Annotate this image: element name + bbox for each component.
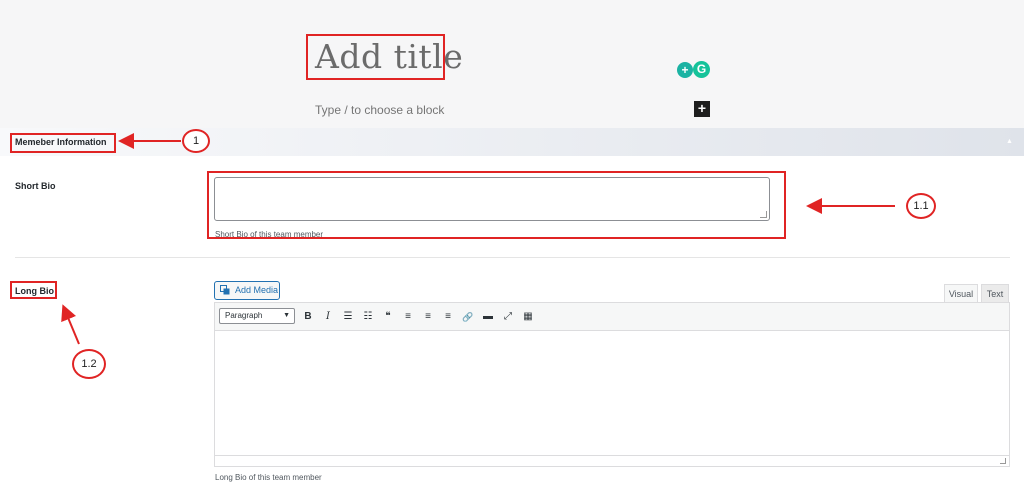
align-left-button[interactable]: ≡: [401, 310, 415, 324]
format-select-value: Paragraph: [225, 311, 263, 320]
lightbulb-icon[interactable]: +: [677, 62, 693, 78]
editor-statusbar: [215, 455, 1009, 466]
bullet-list-button[interactable]: ☰: [341, 310, 355, 324]
format-select[interactable]: Paragraph ▼: [219, 308, 295, 324]
add-media-button[interactable]: Add Media: [214, 281, 280, 300]
annotation-highlight-short-bio: [207, 171, 786, 239]
metabox-header[interactable]: [0, 128, 1024, 156]
annotation-marker-1: 1: [182, 129, 210, 153]
editor-toolbar: Paragraph ▼ B I ☰ ☷ ❝ ≡ ≡ ≡ 🔗 ▬ ⤢ ▦: [215, 303, 1009, 331]
align-right-button[interactable]: ≡: [441, 310, 455, 324]
italic-button[interactable]: I: [321, 310, 335, 324]
extension-icons: + G: [675, 60, 711, 80]
editor-title-area: [0, 0, 1024, 128]
read-more-button[interactable]: ▬: [481, 310, 495, 324]
field-divider: [15, 257, 1010, 258]
add-media-label: Add Media: [235, 285, 279, 295]
annotation-highlight-long-bio: [10, 281, 57, 299]
block-appender-hint[interactable]: Type / to choose a block: [315, 103, 444, 117]
numbered-list-button[interactable]: ☷: [361, 310, 375, 324]
tab-text[interactable]: Text: [981, 284, 1009, 302]
short-bio-label: Short Bio: [15, 181, 56, 191]
annotation-highlight-title: [306, 34, 445, 80]
long-bio-editor[interactable]: Paragraph ▼ B I ☰ ☷ ❝ ≡ ≡ ≡ 🔗 ▬ ⤢ ▦: [214, 302, 1010, 467]
link-button[interactable]: 🔗: [461, 310, 475, 324]
resize-handle-icon[interactable]: [1000, 458, 1006, 464]
annotation-marker-1-2: 1.2: [72, 349, 106, 379]
blockquote-button[interactable]: ❝: [381, 310, 395, 324]
tab-visual[interactable]: Visual: [944, 284, 978, 302]
annotation-marker-1-1: 1.1: [906, 193, 936, 219]
annotation-highlight-metabox: [10, 133, 116, 153]
chevron-down-icon: ▼: [283, 312, 290, 319]
add-block-button[interactable]: +: [694, 101, 710, 117]
fullscreen-button[interactable]: ⤢: [501, 310, 515, 324]
align-center-button[interactable]: ≡: [421, 310, 435, 324]
metabox-toggle-icon[interactable]: ▲: [1006, 138, 1013, 145]
toolbar-toggle-button[interactable]: ▦: [521, 310, 535, 324]
media-icon: [220, 285, 230, 295]
long-bio-description: Long Bio of this team member: [215, 473, 322, 482]
annotation-arrow-1-2: [61, 304, 80, 345]
bold-button[interactable]: B: [301, 310, 315, 324]
grammarly-icon[interactable]: G: [693, 61, 710, 78]
